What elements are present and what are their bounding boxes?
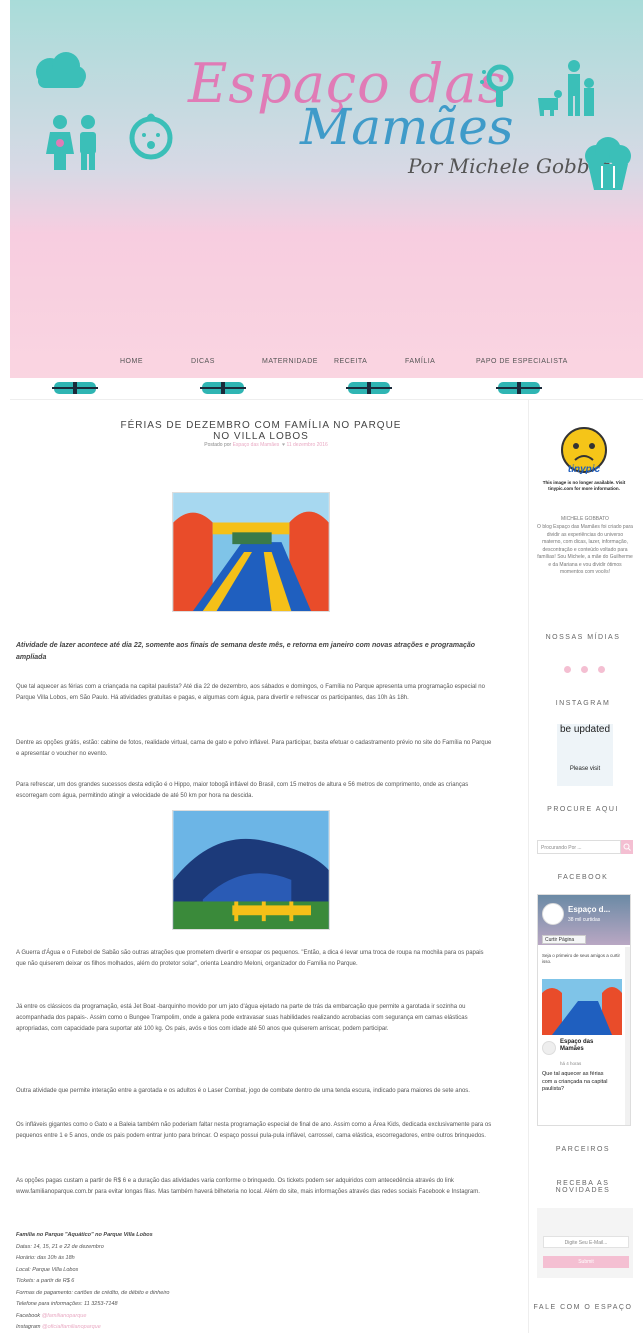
event-info-instagram-link[interactable]: @oficialfamilianoparque (42, 1324, 101, 1330)
post-photo-slide (172, 810, 330, 930)
tab-decoration-icon (200, 382, 246, 394)
newsletter-submit-button[interactable]: Submit (543, 1256, 629, 1268)
nav-item-dicas[interactable]: DICAS (191, 358, 215, 365)
site-logo[interactable]: Espaço das Mamães Por Michele Gobbato (10, 0, 643, 210)
fb-post-author[interactable]: Espaço das Mamães (560, 1039, 600, 1053)
about-text: O blog Espaço das Mamães foi criado para… (537, 524, 633, 575)
instagram-icon[interactable] (581, 666, 588, 673)
event-info-line: Local: Parque Villa Lobos (16, 1266, 79, 1273)
event-info-line: Formas de pagamento: cartões de crédito,… (16, 1289, 170, 1296)
event-info-line: Tickets: a partir de R$ 6 (16, 1278, 75, 1284)
fb-first-friend: Seja o primeiro de seus amigos a curtir … (542, 953, 621, 964)
facebook-title: FACEBOOK (557, 874, 609, 881)
fb-post-text: Que tal aquecer as férias com a criançad… (542, 1071, 608, 1092)
fb-post-avatar (542, 1041, 556, 1055)
post-paragraph-8: As opções pagas custam a partir de R$ 6 … (16, 1178, 480, 1195)
facebook-page-widget[interactable]: Espaço d... 38 mil curtidas Curtir Págin… (537, 894, 631, 1126)
couple-icon (46, 115, 96, 170)
post-lead: Atividade de lazer acontece até dia 22, … (16, 642, 476, 661)
post-paragraph-2: Dentre as opções grátis, estão: cabine d… (16, 740, 492, 757)
post-paragraph-1: Que tal aquecer as férias com a criançad… (16, 684, 485, 701)
midias-title: NOSSAS MÍDIAS (545, 634, 621, 641)
event-info-line: Telefone para informações: 11 3253-7148 (16, 1301, 118, 1307)
instagram-widget-top-text: be updated (559, 724, 611, 735)
tinypic-notice: This image is no longer available. Visit… (542, 480, 626, 491)
about-name: MICHELE GOBBATO (561, 516, 609, 522)
post-paragraph-7: Os infláveis gigantes como o Gato e a Ba… (16, 1122, 492, 1139)
fb-post-time: há 4 horas (560, 1061, 582, 1066)
event-info-line: Datas: 14, 15, 21 e 22 de dezembro (16, 1243, 104, 1250)
fb-page-avatar (542, 903, 564, 925)
procure-title: PROCURE AQUI (547, 806, 619, 813)
facebook-icon[interactable] (564, 666, 571, 673)
event-info-facebook-link[interactable]: @familianoparque (42, 1313, 87, 1319)
event-info-facebook-label: Facebook (16, 1312, 41, 1319)
nav-item-receita[interactable]: RECEITA (334, 358, 367, 365)
post-paragraph-4: A Guerra d'Água e o Futebol de Sabão são… (16, 950, 484, 967)
main-nav: HOME DICAS MATERNIDADE RECEITA FAMÍLIA P… (10, 352, 643, 378)
post-paragraph-6: Outra atividade que permite interação en… (16, 1088, 470, 1094)
post-paragraph-5: Já entre os clássicos da programação, es… (16, 1004, 468, 1032)
event-info-line: Horário: das 10h às 18h (16, 1255, 75, 1261)
fb-likes: 38 mil curtidas (568, 917, 601, 923)
post-paragraph-3: Para refrescar, um dos grandes sucessos … (16, 782, 469, 799)
instagram-title: INSTAGRAM (555, 700, 611, 707)
instagram-widget-bottom-text: Please visit (569, 766, 601, 772)
nav-item-familia[interactable]: FAMÍLIA (405, 358, 435, 365)
post-date: 11 dezembro 2016 (286, 442, 328, 448)
site-header: Espaço das Mamães Por Michele Gobbato (10, 0, 643, 378)
event-info-instagram-label: Instagram (16, 1324, 41, 1330)
nav-item-home[interactable]: HOME (120, 358, 143, 365)
post-meta-prefix: Postado por (204, 442, 232, 448)
heart-icon: ♥ (282, 442, 286, 448)
tab-decoration-icon (496, 382, 542, 394)
tab-decoration-icon (52, 382, 98, 394)
baby-face-icon (129, 113, 173, 160)
fb-widget-scrollbar[interactable] (625, 947, 630, 1125)
nav-item-maternidade[interactable]: MATERNIDADE (262, 358, 318, 365)
tab-decoration-icon (346, 382, 392, 394)
nav-item-papo-de-especialista[interactable]: PAPO DE ESPECIALISTA (476, 358, 568, 365)
cupcake-icon (585, 137, 631, 190)
tinypic-logo: tinypic (567, 464, 601, 475)
post-photo-inflatable (172, 492, 330, 612)
search-icon (623, 843, 631, 851)
post-author-link[interactable]: Espaço das Mamães (233, 442, 280, 448)
magnifier-icon (480, 64, 514, 107)
contact-title: FALE COM O ESPAÇO (533, 1304, 633, 1311)
pinterest-icon[interactable] (598, 666, 605, 673)
newsletter-title: RECEBA AS NOVIDADES (555, 1180, 611, 1194)
post-meta: Postado por Espaço das Mamães ♥ 11 dezem… (136, 442, 396, 448)
cloud-icon (36, 52, 86, 88)
search-input[interactable]: Procurando Por ... (537, 840, 621, 854)
fb-page-name[interactable]: Espaço d... (568, 905, 610, 914)
event-info: Família no Parque "Aquático" no Parque V… (16, 1230, 169, 1334)
family-dog-icon (538, 60, 594, 116)
fb-like-page-label: Curtir Página (545, 937, 575, 943)
search-button[interactable] (621, 840, 633, 854)
nav-decoration-row (10, 378, 643, 400)
fb-like-page-button[interactable]: Curtir Página (542, 935, 586, 944)
newsletter-email-input[interactable]: Digite Seu E-Mail... (543, 1236, 629, 1248)
instagram-widget[interactable]: be updated Please visit (557, 724, 613, 786)
fb-post-image (542, 979, 622, 1035)
parceiros-title: PARCEIROS (555, 1146, 611, 1153)
event-info-title: Família no Parque "Aquático" no Parque V… (16, 1232, 153, 1238)
sidebar: tinypic This image is no longer availabl… (528, 400, 643, 1333)
post-title[interactable]: FÉRIAS DE DEZEMBRO COM FAMÍLIA NO PARQUE… (111, 420, 411, 442)
